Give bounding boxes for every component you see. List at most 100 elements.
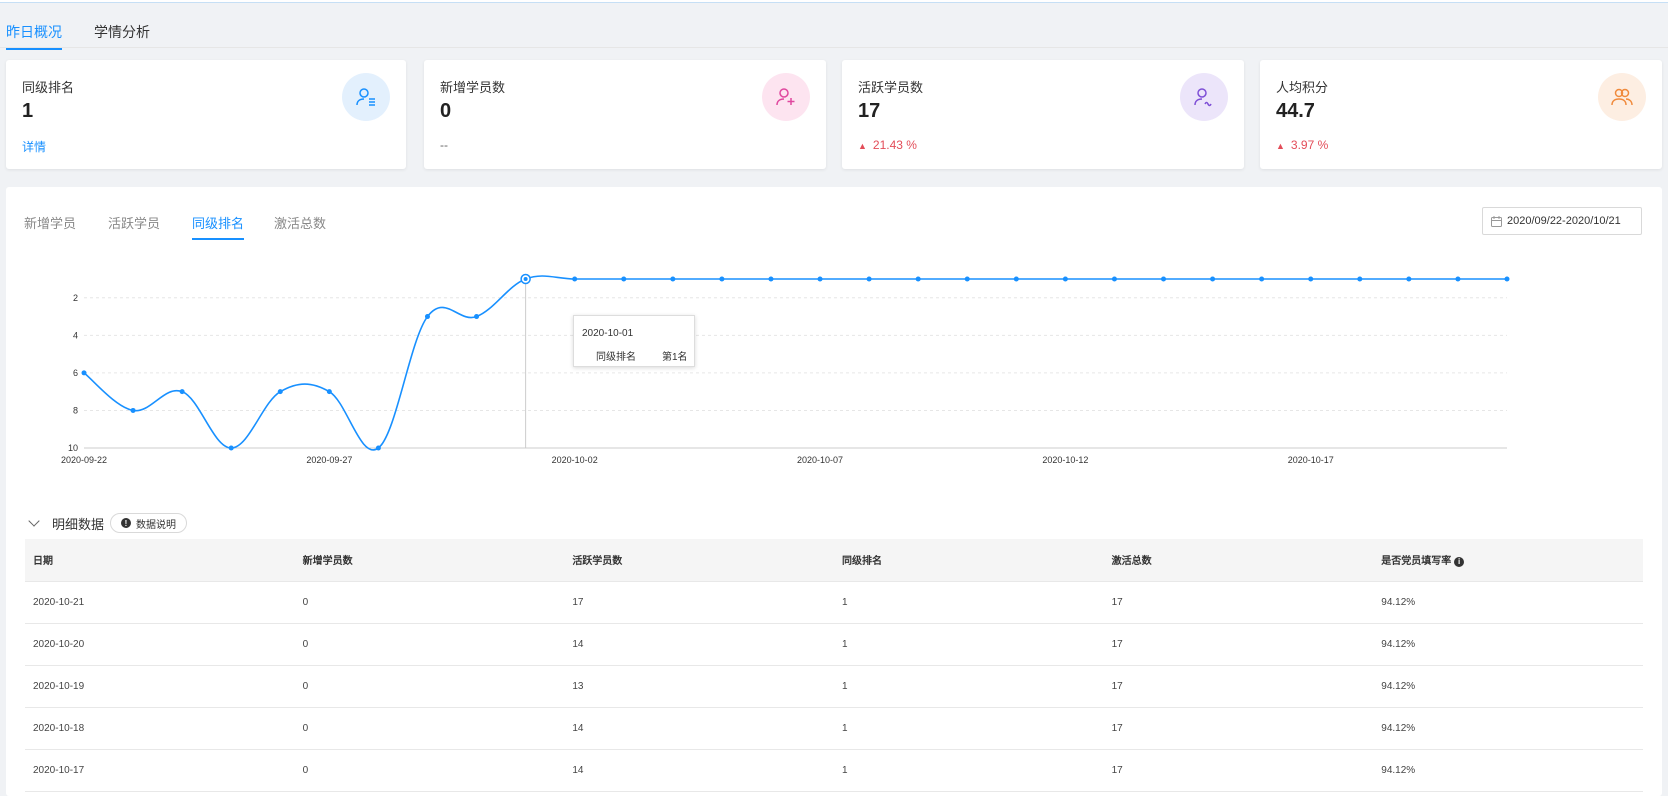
data-explain-label: 数据说明 — [136, 519, 177, 531]
data-point — [81, 370, 87, 376]
date-range-picker[interactable]: 2020/09/22-2020/10/21 — [1482, 207, 1642, 235]
cell: 0 — [294, 581, 565, 624]
data-point — [326, 389, 332, 395]
cell: 2020-10-19 — [25, 665, 295, 708]
data-point — [670, 276, 676, 282]
up-arrow-icon: ▲ — [1276, 141, 1285, 151]
card-avg-score: 人均积分 44.7 ▲ 3.97 % — [1260, 60, 1662, 169]
data-point — [1259, 276, 1265, 282]
cell: 0 — [294, 749, 565, 792]
series-line — [83, 275, 1507, 451]
data-point — [964, 276, 970, 282]
y-tick-label: 4 — [73, 330, 78, 340]
x-tick-label: 2020-10-02 — [552, 455, 598, 465]
tooltip-label: 同级排名 — [596, 352, 636, 363]
chevron-down-icon[interactable] — [28, 515, 40, 527]
data-point — [572, 276, 578, 282]
table-row: 2020-10-19 0 13 1 17 94.12% — [25, 665, 1643, 708]
data-point — [817, 276, 823, 282]
card-sub: -- — [440, 138, 448, 152]
detail-table: 日期 新增学员数 活跃学员数 同级排名 激活总数 是否党员填写率 i 2020-… — [25, 539, 1643, 792]
change-percent: 21.43 % — [872, 138, 917, 152]
cell: 2020-10-20 — [25, 623, 295, 666]
x-tick-label: 2020-09-27 — [306, 455, 352, 465]
cell: 0 — [294, 665, 565, 708]
data-point — [130, 407, 136, 413]
cell: 94.12% — [1373, 749, 1643, 792]
data-point — [768, 276, 774, 282]
tab-activation-total[interactable]: 激活总数 — [274, 213, 326, 238]
header-party-fill-rate-label: 是否党员填写率 — [1381, 556, 1452, 568]
data-point — [523, 277, 528, 281]
data-point — [228, 445, 234, 451]
cell: 94.12% — [1373, 581, 1643, 624]
chart-tooltip: 2020-10-01 同级排名 第1名 — [573, 315, 695, 367]
tab-yesterday-overview[interactable]: 昨日概况 — [6, 22, 62, 50]
data-point — [866, 276, 872, 282]
table-row: 2020-10-20 0 14 1 17 94.12% — [25, 623, 1643, 666]
data-point — [179, 389, 185, 395]
x-tick-label: 2020-10-12 — [1042, 455, 1088, 465]
tab-peer-rank[interactable]: 同级排名 — [192, 213, 245, 240]
cell: 17 — [1103, 749, 1374, 792]
cell: 1 — [833, 623, 1104, 666]
header-date: 日期 — [25, 539, 295, 582]
user-rank-icon — [342, 73, 390, 121]
users-score-icon — [1598, 73, 1646, 121]
y-tick-label: 6 — [73, 368, 78, 378]
header-activation-total: 激活总数 — [1103, 539, 1374, 582]
cell: 0 — [294, 707, 565, 750]
data-point — [1504, 276, 1510, 282]
y-tick-label: 2 — [73, 293, 78, 303]
info-icon[interactable]: i — [1454, 556, 1465, 567]
card-title: 同级排名 — [22, 80, 75, 95]
cell: 17 — [1103, 707, 1374, 750]
details-link[interactable]: 详情 — [22, 138, 46, 155]
data-point — [375, 445, 381, 451]
tab-new-students[interactable]: 新增学员 — [24, 213, 76, 238]
data-point — [1406, 276, 1412, 282]
rank-line-chart: 2 4 6 8 10 2020-09-22 2020-09-27 2020-10-02 2020… — [61, 273, 1510, 465]
x-tick-label: 2020-10-07 — [797, 455, 843, 465]
tab-active-students[interactable]: 活跃学员 — [108, 213, 160, 238]
card-title: 活跃学员数 — [858, 80, 924, 95]
chart-panel: 新增学员 活跃学员 同级排名 激活总数 2020/09/22-2020/10/2… — [6, 187, 1662, 796]
tab-study-analysis[interactable]: 学情分析 — [94, 22, 150, 48]
header-peer-rank: 同级排名 — [833, 539, 1104, 582]
up-arrow-icon: ▲ — [858, 141, 867, 151]
user-add-icon — [762, 73, 810, 121]
cell: 13 — [564, 665, 834, 708]
card-active-students: 活跃学员数 17 ▲ 21.43 % — [842, 60, 1244, 169]
card-change: ▲ 21.43 % — [858, 138, 917, 152]
date-range-text: 2020/09/22-2020/10/21 — [1507, 215, 1621, 227]
card-value: 0 — [440, 100, 452, 122]
data-point — [1013, 276, 1019, 282]
data-point — [474, 314, 480, 320]
top-tabs: 昨日概况 学情分析 — [0, 14, 1668, 50]
data-point — [719, 276, 725, 282]
cell: 94.12% — [1373, 707, 1643, 750]
tabs-divider — [0, 47, 1668, 48]
data-point — [1210, 276, 1216, 282]
change-percent: 3.97 % — [1290, 138, 1329, 152]
data-explain-button[interactable]: ! 数据说明 — [110, 513, 188, 533]
data-point — [424, 314, 430, 320]
detail-title: 明细数据 — [52, 516, 105, 532]
cell: 94.12% — [1373, 665, 1643, 708]
header-new-students: 新增学员数 — [294, 539, 565, 582]
card-new-students: 新增学员数 0 -- — [424, 60, 826, 169]
card-change: ▲ 3.97 % — [1276, 138, 1328, 152]
tooltip-date: 2020-10-01 — [582, 328, 634, 339]
header-party-fill-rate: 是否党员填写率 i — [1373, 539, 1643, 582]
cell: 14 — [564, 623, 834, 666]
user-active-icon — [1180, 73, 1228, 121]
cell: 17 — [1103, 623, 1374, 666]
cell: 2020-10-21 — [25, 581, 295, 624]
data-point — [1308, 276, 1314, 282]
cell: 17 — [1103, 581, 1374, 624]
cell: 14 — [564, 749, 834, 792]
cell: 2020-10-17 — [25, 749, 295, 792]
cell: 17 — [1103, 665, 1374, 708]
data-point — [915, 276, 921, 282]
table-row: 2020-10-17 0 14 1 17 94.12% — [25, 749, 1643, 792]
